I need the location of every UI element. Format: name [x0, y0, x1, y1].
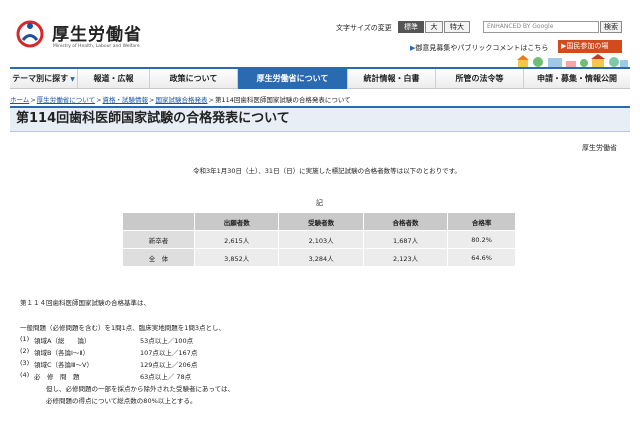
criteria-item-value: 53点以上／100点	[140, 337, 194, 345]
criteria-item-name: 領域C（各論Ⅲ～Ⅴ）	[34, 361, 93, 369]
ki-label: 記	[316, 199, 323, 207]
criteria-item-num: (1)	[20, 335, 30, 343]
table-row: 新卒者 2,615人 2,103人 1,687人 80.2%	[122, 230, 516, 249]
row-label: 全 体	[122, 248, 195, 267]
nav-item-theme[interactable]: テーマ別に探す ▼	[10, 69, 78, 89]
table-header-cell: 受験者数	[278, 212, 364, 231]
intro-text: 令和3年1月30日（土）、31日（日）に実施した標記試験の合格者数等は以下のとお…	[193, 167, 461, 175]
breadcrumb-separator: >	[208, 96, 214, 104]
criteria-item-name: 必 修 問 題	[34, 373, 80, 381]
breadcrumb-link-about[interactable]: 厚生労働省について	[37, 96, 95, 104]
table-cell: 2,123人	[362, 248, 449, 267]
nav-item-applications[interactable]: 申請・募集・情報公開	[524, 69, 630, 89]
nav-item-label: テーマ別に探す	[12, 74, 69, 83]
town-illustration-icon	[517, 54, 628, 68]
table-cell: 3,852人	[193, 248, 280, 267]
criteria-note-line: 但し、必修問題の一部を採点から除外された受験者にあっては、	[46, 385, 235, 393]
kokumin-participation-button[interactable]: ▶国民参加の場	[558, 40, 622, 53]
organization-name: 厚生労働省	[582, 144, 617, 152]
breadcrumb-separator: >	[30, 96, 36, 104]
breadcrumb: ホーム>厚生労働省について>資格・試験情報>国家試験合格発表>第114回歯科医師…	[10, 94, 351, 104]
font-size-label: 文字サイズの変更	[336, 24, 392, 32]
nav-item-press[interactable]: 報道・広報	[78, 69, 150, 89]
table-cell: 64.6%	[447, 248, 516, 267]
table-cell: 2,103人	[278, 230, 364, 249]
row-label: 新卒者	[122, 230, 195, 249]
criteria-item-value: 129点以上／206点	[140, 361, 198, 369]
criteria-item-name: 領域B（各論Ⅰ～Ⅱ）	[34, 349, 90, 357]
breadcrumb-link-home[interactable]: ホーム	[10, 96, 29, 104]
search-button[interactable]: 検索	[600, 21, 622, 33]
logo-subtitle: Ministry of Health, Labour and Welfare	[53, 44, 140, 49]
site-header: 厚生労働省 Ministry of Health, Labour and Wel…	[0, 0, 640, 68]
criteria-item-value: 63点以上／ 78点	[140, 373, 192, 381]
table-cell: 2,615人	[193, 230, 280, 249]
table-cell: 1,687人	[362, 230, 449, 249]
logo-title[interactable]: 厚生労働省	[52, 20, 142, 45]
criteria-general: 一般問題（必修問題を含む）を1問1点、臨床実地問題を1問3点とし、	[20, 324, 226, 332]
table-row: 全 体 3,852人 3,284人 2,123人 64.6%	[122, 248, 516, 267]
breadcrumb-separator: >	[96, 96, 102, 104]
table-header-cell	[122, 212, 195, 231]
breadcrumb-separator: >	[149, 96, 155, 104]
breadcrumb-link-exam-results[interactable]: 国家試験合格発表	[155, 96, 207, 104]
criteria-item-num: (4)	[20, 371, 30, 379]
table-cell: 3,284人	[278, 248, 364, 267]
mhlw-logo-icon[interactable]	[16, 20, 44, 48]
search-input[interactable]: ENHANCED BY Google	[483, 21, 599, 33]
table-header-cell: 合格率	[447, 212, 516, 231]
criteria-note-line: 必修問題の得点について総点数の80%以上とする。	[46, 397, 197, 405]
nav-item-about[interactable]: 厚生労働省について	[238, 69, 348, 89]
criteria-item-name: 領域A（総 論）	[34, 337, 91, 345]
chevron-down-icon: ▼	[70, 76, 75, 83]
public-comment-link-label: 御意見募集やパブリックコメントはこちら	[415, 44, 549, 52]
table-cell: 80.2%	[447, 230, 516, 249]
public-comment-link[interactable]: ▶御意見募集やパブリックコメントはこちら	[410, 43, 548, 53]
nav-item-statistics[interactable]: 統計情報・白書	[348, 69, 436, 89]
font-size-xlarge-button[interactable]: 特大	[444, 21, 470, 33]
criteria-heading: 第１１４回歯科医師国家試験の合格基準は、	[20, 299, 150, 307]
table-header-cell: 合格者数	[362, 212, 449, 231]
font-size-large-button[interactable]: 大	[425, 21, 443, 33]
criteria-item-num: (2)	[20, 347, 30, 355]
nav-item-policy[interactable]: 政策について	[150, 69, 238, 89]
breadcrumb-link-qualification[interactable]: 資格・試験情報	[103, 96, 149, 104]
kokumin-participation-label: 国民参加の場	[566, 42, 609, 50]
nav-item-laws[interactable]: 所管の法令等	[436, 69, 524, 89]
results-table: 出願者数 受験者数 合格者数 合格率 新卒者 2,615人 2,103人 1,6…	[122, 212, 516, 267]
table-header-row: 出願者数 受験者数 合格者数 合格率	[122, 212, 516, 231]
global-nav: テーマ別に探す ▼ 報道・広報 政策について 厚生労働省について 統計情報・白書 …	[10, 67, 630, 89]
criteria-item-value: 107点以上／167点	[140, 349, 198, 357]
page-title: 第114回歯科医師国家試験の合格発表について	[10, 106, 630, 132]
breadcrumb-current: 第114回歯科医師国家試験の合格発表について	[214, 96, 351, 104]
table-header-cell: 出願者数	[193, 212, 280, 231]
criteria-item-num: (3)	[20, 359, 30, 367]
font-size-standard-button[interactable]: 標準	[398, 21, 424, 33]
